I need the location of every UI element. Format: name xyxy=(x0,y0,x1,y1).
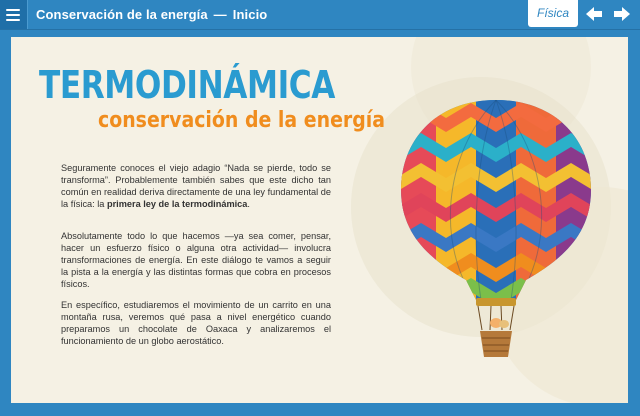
hot-air-balloon-illustration xyxy=(401,100,591,357)
energy-paragraph: Absolutamente todo lo que hacemos —ya se… xyxy=(61,231,331,290)
main-heading: TERMODINÁMICA xyxy=(39,63,335,107)
content-panel: TERMODINÁMICA conservación de la energía… xyxy=(11,37,628,403)
intro-bold-text: primera ley de la termodinámica xyxy=(106,199,248,210)
arrow-right-icon[interactable] xyxy=(612,5,632,23)
sub-heading: conservación de la energía xyxy=(98,108,386,133)
intro-paragraph: Seguramente conoces el viejo adagio “Nad… xyxy=(61,162,331,210)
topics-paragraph: En específico, estudiaremos el movimient… xyxy=(61,300,331,347)
hamburger-menu-icon[interactable] xyxy=(0,0,28,29)
course-title: Conservación de la energía xyxy=(36,7,208,22)
intro-text-end: . xyxy=(247,199,250,210)
page-title: Conservación de la energía — Inicio xyxy=(36,7,267,22)
arrow-left-icon[interactable] xyxy=(584,5,604,23)
subject-tab[interactable]: Física xyxy=(528,0,578,27)
top-bar: Conservación de la energía — Inicio Física xyxy=(0,0,640,30)
section-title: Inicio xyxy=(232,7,268,22)
title-separator: — xyxy=(213,7,227,22)
